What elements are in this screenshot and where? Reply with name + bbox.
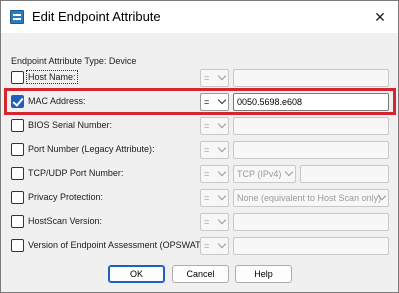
chevron-down-icon: [217, 167, 227, 177]
operator-value: =: [204, 241, 210, 251]
operator-value: =: [204, 169, 210, 179]
mac-address-highlight-box: [4, 88, 396, 115]
protocol-value: TCP (IPv4): [237, 169, 282, 179]
row-host-name: Host Name: =: [1, 69, 398, 87]
tcp-udp-port-label: TCP/UDP Port Number:: [28, 168, 124, 178]
row-tcp-udp-port: TCP/UDP Port Number: = TCP (IPv4): [1, 165, 398, 183]
tcp-udp-port-checkbox[interactable]: [11, 167, 24, 180]
cancel-button[interactable]: Cancel: [172, 265, 229, 283]
bios-serial-checkbox[interactable]: [11, 119, 24, 132]
chevron-down-icon: [217, 215, 227, 225]
port-number-legacy-label: Port Number (Legacy Attribute):: [28, 144, 155, 154]
operator-value: =: [204, 217, 210, 227]
bios-serial-input[interactable]: [233, 117, 389, 135]
operator-value: =: [204, 73, 210, 83]
ok-button[interactable]: OK: [108, 265, 165, 283]
opswat-version-operator-select[interactable]: =: [200, 237, 229, 255]
port-number-legacy-operator-select[interactable]: =: [200, 141, 229, 159]
bios-serial-operator-select[interactable]: =: [200, 117, 229, 135]
protocol-select[interactable]: TCP (IPv4): [233, 165, 296, 183]
row-privacy-protection: Privacy Protection: = None (equivalent t…: [1, 189, 398, 207]
host-name-checkbox[interactable]: [11, 71, 24, 84]
app-icon: [10, 10, 24, 24]
privacy-protection-select[interactable]: None (equivalent to Host Scan only): [233, 189, 389, 207]
attribute-type-label: Endpoint Attribute Type: Device: [11, 56, 137, 66]
operator-value: =: [204, 121, 210, 131]
row-opswat-version: Version of Endpoint Assessment (OPSWAT):…: [1, 237, 398, 255]
dialog-title: Edit Endpoint Attribute: [32, 9, 161, 24]
operator-value: =: [204, 193, 210, 203]
privacy-protection-value: None (equivalent to Host Scan only): [237, 193, 382, 203]
help-button[interactable]: Help: [235, 265, 292, 283]
title-bar: Edit Endpoint Attribute ✕: [1, 1, 398, 33]
hostscan-version-input[interactable]: [233, 213, 389, 231]
privacy-protection-operator-select[interactable]: =: [200, 189, 229, 207]
port-number-legacy-checkbox[interactable]: [11, 143, 24, 156]
tcp-udp-port-operator-select[interactable]: =: [200, 165, 229, 183]
chevron-down-icon: [217, 119, 227, 129]
tcp-udp-port-input[interactable]: [300, 165, 389, 183]
row-bios-serial: BIOS Serial Number: =: [1, 117, 398, 135]
chevron-down-icon: [284, 167, 294, 177]
close-icon[interactable]: ✕: [369, 7, 391, 27]
privacy-protection-checkbox[interactable]: [11, 191, 24, 204]
edit-endpoint-attribute-dialog: Edit Endpoint Attribute ✕ Endpoint Attri…: [0, 0, 399, 293]
row-port-number-legacy: Port Number (Legacy Attribute): =: [1, 141, 398, 159]
bios-serial-label: BIOS Serial Number:: [28, 120, 113, 130]
port-number-legacy-input[interactable]: [233, 141, 389, 159]
hostscan-version-checkbox[interactable]: [11, 215, 24, 228]
host-name-label: Host Name:: [26, 70, 78, 84]
chevron-down-icon: [217, 191, 227, 201]
chevron-down-icon: [217, 239, 227, 249]
row-hostscan-version: HostScan Version: =: [1, 213, 398, 231]
opswat-version-checkbox[interactable]: [11, 239, 24, 252]
opswat-version-label: Version of Endpoint Assessment (OPSWAT):: [28, 240, 207, 250]
hostscan-version-operator-select[interactable]: =: [200, 213, 229, 231]
hostscan-version-label: HostScan Version:: [28, 216, 103, 226]
chevron-down-icon: [217, 143, 227, 153]
host-name-input[interactable]: [233, 69, 389, 87]
operator-value: =: [204, 145, 210, 155]
privacy-protection-label: Privacy Protection:: [28, 192, 104, 202]
chevron-down-icon: [217, 71, 227, 81]
opswat-version-input[interactable]: [233, 237, 389, 255]
host-name-operator-select[interactable]: =: [200, 69, 229, 87]
